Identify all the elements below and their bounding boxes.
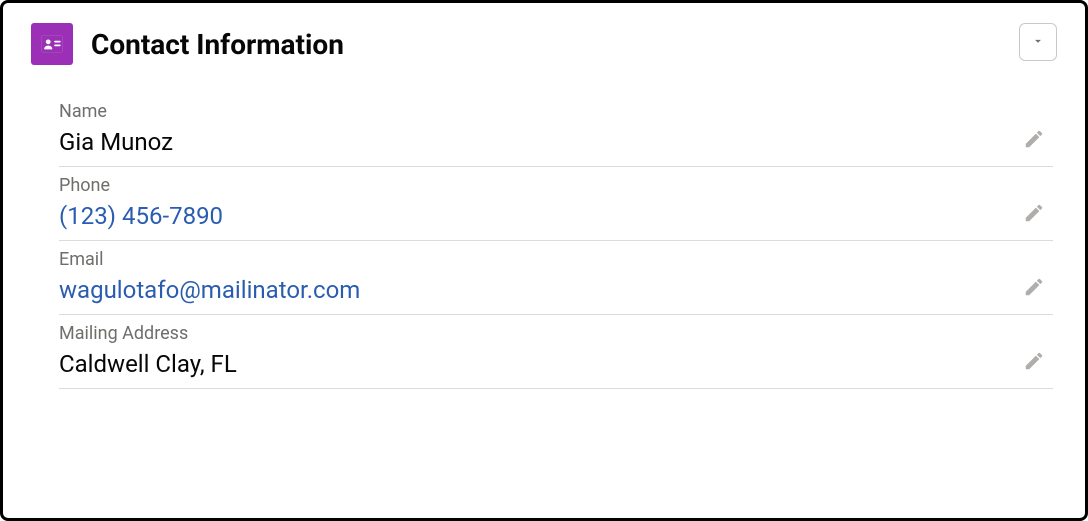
field-value-email[interactable]: wagulotafo@mailinator.com [59,276,1023,304]
field-value-name: Gia Munoz [59,128,1023,156]
field-name: Name Gia Munoz [59,93,1053,167]
field-content: Email wagulotafo@mailinator.com [59,249,1023,304]
field-content: Mailing Address Caldwell Clay, FL [59,323,1023,378]
card-title: Contact Information [91,28,344,61]
field-label: Phone [59,175,1023,196]
field-mailing-address: Mailing Address Caldwell Clay, FL [59,315,1053,389]
contact-info-card: Contact Information Name Gia Munoz Phone… [0,0,1088,521]
field-content: Phone (123) 456-7890 [59,175,1023,230]
pencil-icon [1023,283,1045,302]
chevron-down-icon [1031,34,1045,51]
field-phone: Phone (123) 456-7890 [59,167,1053,241]
edit-name-button[interactable] [1023,128,1045,150]
fields-list: Name Gia Munoz Phone (123) 456-7890 [31,93,1057,389]
edit-address-button[interactable] [1023,350,1045,372]
field-email: Email wagulotafo@mailinator.com [59,241,1053,315]
pencil-icon [1023,135,1045,154]
contact-card-icon [31,23,73,65]
field-value-address: Caldwell Clay, FL [59,350,1023,378]
field-content: Name Gia Munoz [59,101,1023,156]
field-label: Name [59,101,1023,122]
field-label: Email [59,249,1023,270]
card-header: Contact Information [31,23,1057,65]
pencil-icon [1023,209,1045,228]
card-actions-dropdown[interactable] [1019,23,1057,61]
field-value-phone[interactable]: (123) 456-7890 [59,202,1023,230]
edit-email-button[interactable] [1023,276,1045,298]
edit-phone-button[interactable] [1023,202,1045,224]
field-label: Mailing Address [59,323,1023,344]
pencil-icon [1023,357,1045,376]
